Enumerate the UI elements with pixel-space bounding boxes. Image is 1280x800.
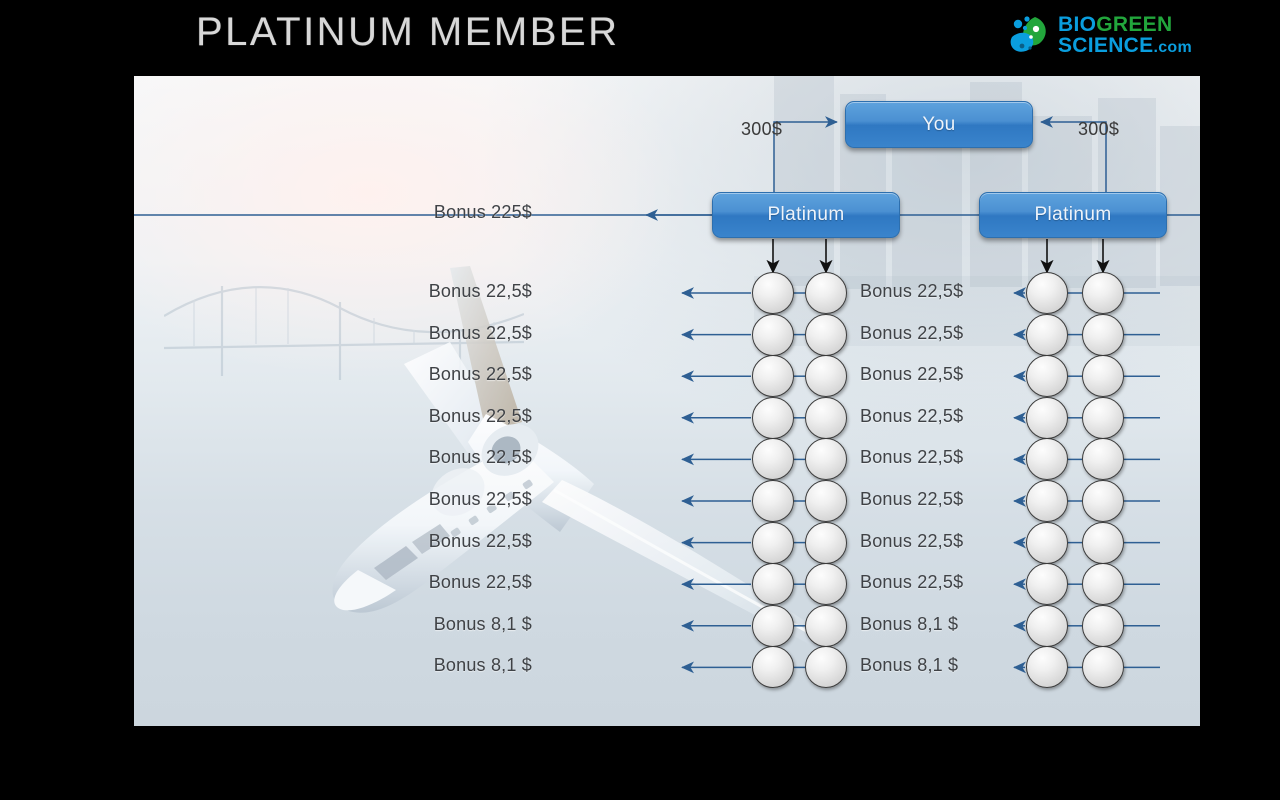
member-circle[interactable] (805, 438, 847, 481)
page-title: PLATINUM MEMBER (196, 10, 620, 54)
bonus-label-middle: Bonus 22,5$ (860, 281, 964, 301)
member-circle[interactable] (1026, 272, 1068, 314)
member-circle[interactable] (752, 521, 794, 564)
logo-science-text: SCIENCE (1058, 34, 1154, 57)
bonus-label-left: Bonus 8,1 $ (433, 655, 532, 676)
leaf-droplet-icon (1009, 15, 1051, 55)
money-label-left: 300$ (741, 119, 783, 139)
member-circle[interactable] (805, 563, 847, 606)
member-circle[interactable] (1026, 438, 1068, 481)
member-circle[interactable] (805, 521, 847, 564)
member-circle[interactable] (1082, 396, 1124, 439)
member-circle[interactable] (1026, 396, 1068, 439)
member-circle[interactable] (752, 438, 794, 481)
member-circle[interactable] (805, 355, 847, 398)
bonus-label-middle: Bonus 22,5$ (860, 530, 964, 551)
member-circle[interactable] (805, 313, 847, 356)
bonus-label-middle: Bonus 22,5$ (860, 405, 964, 426)
logo-wordmark: BIOGREEN SCIENCE.com (1058, 12, 1192, 57)
bonus-label-left: Bonus 22,5$ (428, 281, 532, 301)
logo-green-text: GREEN (1096, 12, 1173, 36)
member-circle[interactable] (1082, 604, 1124, 647)
bonus-label-top: Bonus 225$ (433, 202, 532, 222)
member-circle[interactable] (752, 355, 794, 398)
member-circle[interactable] (752, 604, 794, 647)
member-circle[interactable] (752, 272, 794, 314)
member-circle[interactable] (1026, 521, 1068, 564)
member-circle[interactable] (805, 646, 847, 689)
member-circle[interactable] (1082, 438, 1124, 481)
bonus-label-left: Bonus 22,5$ (428, 572, 532, 593)
bonus-label-middle: Bonus 22,5$ (860, 572, 964, 593)
bonus-label-middle: Bonus 22,5$ (860, 322, 964, 343)
member-circle[interactable] (1082, 521, 1124, 564)
member-circle[interactable] (1026, 604, 1068, 647)
bonus-label-middle: Bonus 22,5$ (860, 489, 964, 509)
bonus-label-middle: Bonus 22,5$ (860, 447, 964, 468)
member-circle[interactable] (1082, 563, 1124, 606)
member-circle[interactable] (1026, 355, 1068, 398)
slide: PLATINUM MEMBER BIOGREEN SCIENCE.com You… (0, 0, 1280, 800)
bonus-label-left: Bonus 22,5$ (428, 364, 532, 385)
member-circle[interactable] (1026, 313, 1068, 356)
bonus-label-middle: Bonus 8,1 $ (860, 655, 959, 676)
member-circle[interactable] (752, 480, 794, 522)
money-label-right: 300$ (1078, 119, 1120, 139)
member-circle[interactable] (805, 272, 847, 314)
member-circle[interactable] (752, 313, 794, 356)
bonus-label-left: Bonus 22,5$ (428, 489, 532, 509)
member-circle[interactable] (1026, 646, 1068, 689)
bonus-label-left: Bonus 22,5$ (428, 405, 532, 426)
node-platinum-left[interactable]: Platinum (712, 192, 900, 238)
bonus-label-left: Bonus 22,5$ (428, 530, 532, 551)
member-circle[interactable] (752, 563, 794, 606)
member-circle[interactable] (1026, 480, 1068, 522)
member-circle[interactable] (1082, 355, 1124, 398)
member-circle[interactable] (805, 604, 847, 647)
member-circle[interactable] (1082, 313, 1124, 356)
slide-image-area: You Platinum Platinum 300$ 300$ Bonus 22… (134, 76, 1200, 726)
member-circle[interactable] (1026, 563, 1068, 606)
bonus-label-left: Bonus 22,5$ (428, 322, 532, 343)
member-circle[interactable] (752, 646, 794, 689)
node-you[interactable]: You (845, 101, 1033, 148)
member-circle[interactable] (805, 480, 847, 522)
bonus-label-middle: Bonus 22,5$ (860, 364, 964, 385)
member-circle[interactable] (1082, 646, 1124, 689)
biogreen-science-logo: BIOGREEN SCIENCE.com (1009, 12, 1192, 58)
logo-bio-text: BIO (1058, 12, 1097, 36)
logo-dotcom-text: .com (1153, 39, 1192, 56)
bonus-label-left: Bonus 22,5$ (428, 447, 532, 468)
member-circle[interactable] (752, 396, 794, 439)
member-circle[interactable] (1082, 480, 1124, 522)
member-circle[interactable] (1082, 272, 1124, 314)
bonus-label-left: Bonus 8,1 $ (433, 613, 532, 634)
member-circle[interactable] (805, 396, 847, 439)
node-platinum-right[interactable]: Platinum (979, 192, 1167, 238)
bonus-label-middle: Bonus 8,1 $ (860, 613, 959, 634)
